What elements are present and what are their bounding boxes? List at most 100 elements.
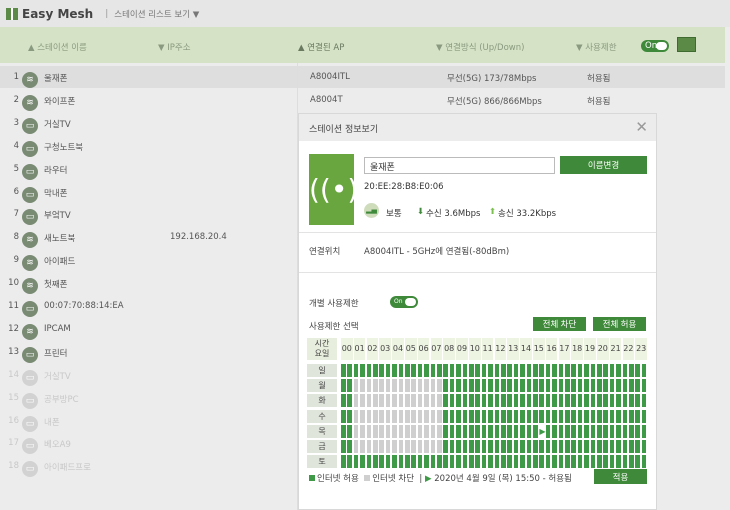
time-slot[interactable]: [405, 394, 410, 408]
time-slot[interactable]: [424, 379, 429, 393]
time-slot[interactable]: [565, 364, 570, 377]
hour-header[interactable]: 10: [469, 338, 481, 360]
time-slot[interactable]: [341, 364, 346, 377]
col-limit[interactable]: ▼ 사용제한: [576, 41, 617, 53]
time-slot[interactable]: [558, 364, 564, 377]
time-slot[interactable]: [616, 424, 621, 438]
time-slot[interactable]: [379, 455, 384, 469]
time-slot[interactable]: [590, 379, 596, 393]
time-slot[interactable]: [507, 440, 512, 453]
hour-header[interactable]: 19: [584, 338, 596, 360]
time-slot[interactable]: [430, 394, 436, 408]
time-slot[interactable]: [469, 394, 474, 408]
time-slot[interactable]: [558, 409, 564, 423]
time-slot[interactable]: [373, 379, 378, 393]
hour-header[interactable]: 04: [392, 338, 404, 360]
time-slot[interactable]: [494, 364, 500, 377]
time-slot[interactable]: [494, 424, 500, 438]
restrict-toggle[interactable]: On: [390, 296, 418, 308]
time-slot[interactable]: [494, 379, 500, 393]
time-slot[interactable]: [545, 379, 551, 393]
time-slot[interactable]: [437, 440, 442, 453]
time-slot[interactable]: [341, 409, 346, 423]
time-slot[interactable]: [641, 379, 647, 393]
time-slot[interactable]: [366, 409, 372, 423]
time-slot[interactable]: [360, 379, 365, 393]
time-slot[interactable]: [379, 409, 384, 423]
time-slot[interactable]: [494, 455, 500, 469]
time-slot[interactable]: [603, 364, 608, 377]
time-slot[interactable]: [443, 364, 448, 377]
time-slot[interactable]: [411, 455, 416, 469]
time-slot[interactable]: [341, 455, 346, 469]
time-slot[interactable]: [360, 455, 365, 469]
time-slot[interactable]: [545, 364, 551, 377]
time-slot[interactable]: [392, 394, 397, 408]
day-header[interactable]: 월: [307, 379, 337, 393]
time-slot[interactable]: [353, 364, 359, 377]
time-slot[interactable]: [616, 379, 621, 393]
time-slot[interactable]: [520, 379, 525, 393]
time-slot[interactable]: [590, 424, 596, 438]
time-slot[interactable]: [513, 424, 519, 438]
time-slot[interactable]: [552, 455, 557, 469]
time-slot[interactable]: [577, 424, 583, 438]
time-slot[interactable]: [430, 440, 436, 453]
time-slot[interactable]: [385, 364, 391, 377]
time-slot[interactable]: [584, 379, 589, 393]
time-slot[interactable]: [513, 409, 519, 423]
time-slot[interactable]: [584, 440, 589, 453]
station-row[interactable]: 1 ≋ 울재폰 A8004ITL 무선(5G) 173/78Mbps 허용됨: [0, 66, 725, 88]
time-slot[interactable]: [629, 424, 634, 438]
time-slot[interactable]: [366, 455, 372, 469]
hour-header[interactable]: 17: [558, 338, 571, 360]
time-slot[interactable]: [641, 424, 647, 438]
time-slot[interactable]: [443, 394, 448, 408]
time-slot[interactable]: [622, 409, 628, 423]
current-time-marker[interactable]: ▶: [539, 425, 545, 438]
time-slot[interactable]: [545, 440, 551, 453]
time-slot[interactable]: [558, 455, 564, 469]
time-slot[interactable]: [437, 409, 442, 423]
time-slot[interactable]: [520, 455, 525, 469]
time-slot[interactable]: [635, 409, 640, 423]
time-slot[interactable]: [353, 379, 359, 393]
time-slot[interactable]: [571, 455, 576, 469]
station-row[interactable]: 2 ≋ 와이프폰 A8004T 무선(5G) 866/866Mbps 허용됨: [0, 89, 725, 111]
hour-header[interactable]: 08: [443, 338, 455, 360]
time-slot[interactable]: [584, 409, 589, 423]
time-slot[interactable]: [597, 409, 602, 423]
time-slot[interactable]: [449, 379, 455, 393]
time-slot[interactable]: [597, 364, 602, 377]
time-slot[interactable]: [443, 440, 448, 453]
time-slot[interactable]: [411, 379, 416, 393]
time-slot[interactable]: [392, 455, 397, 469]
time-slot[interactable]: [379, 364, 384, 377]
hour-header[interactable]: 09: [456, 338, 468, 360]
time-slot[interactable]: [590, 455, 596, 469]
time-slot[interactable]: [353, 409, 359, 423]
time-slot[interactable]: [398, 394, 404, 408]
time-slot[interactable]: [622, 379, 628, 393]
time-slot[interactable]: [526, 455, 532, 469]
time-slot[interactable]: [616, 440, 621, 453]
time-slot[interactable]: [373, 424, 378, 438]
time-slot[interactable]: [622, 455, 628, 469]
time-slot[interactable]: [347, 440, 352, 453]
time-slot[interactable]: [405, 364, 410, 377]
time-slot[interactable]: [513, 455, 519, 469]
time-slot[interactable]: [469, 379, 474, 393]
hour-header[interactable]: 14: [520, 338, 532, 360]
time-slot[interactable]: [456, 394, 461, 408]
time-slot[interactable]: [379, 440, 384, 453]
time-slot[interactable]: [609, 424, 615, 438]
time-slot[interactable]: [392, 364, 397, 377]
hour-header[interactable]: 06: [417, 338, 430, 360]
time-slot[interactable]: [437, 379, 442, 393]
time-slot[interactable]: [577, 364, 583, 377]
time-slot[interactable]: [635, 455, 640, 469]
time-slot[interactable]: [501, 409, 506, 423]
time-slot[interactable]: [609, 364, 615, 377]
time-slot[interactable]: [456, 440, 461, 453]
time-slot[interactable]: [552, 409, 557, 423]
